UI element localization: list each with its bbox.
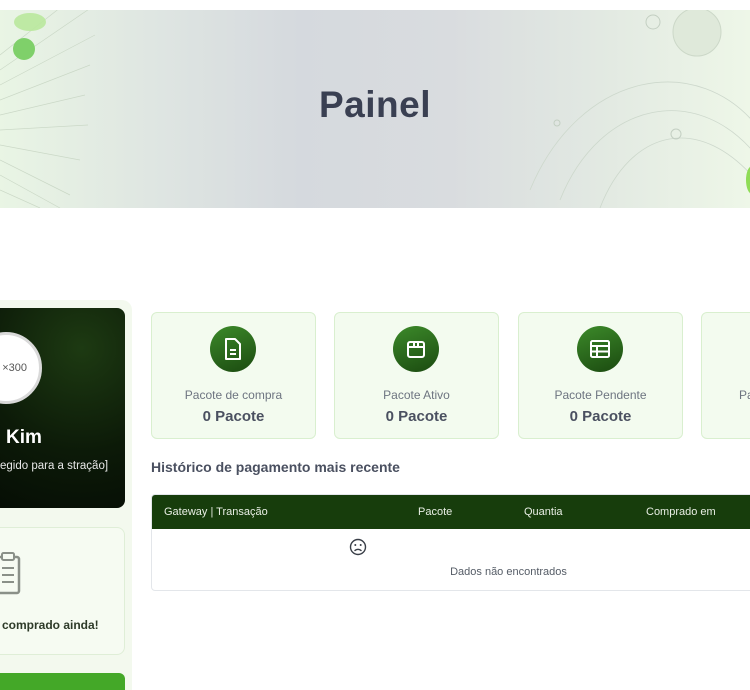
- table-icon: [577, 326, 623, 372]
- stat-label: Pacote Pendente: [554, 388, 647, 402]
- column-header: Quantia: [524, 506, 563, 518]
- page-banner: Painel: [0, 10, 750, 208]
- stat-value: 0 Pacote: [385, 408, 448, 425]
- page-title: Painel: [319, 84, 431, 125]
- profile-name: Kim: [6, 427, 42, 448]
- column-header: Comprado em: [646, 506, 716, 518]
- empty-purchase-text: comprado ainda!: [2, 618, 99, 632]
- profile-note: egido para a stração]: [0, 460, 109, 472]
- stat-card-partial: Pa: [701, 312, 750, 439]
- column-header: Gateway | Transação: [164, 506, 268, 518]
- stat-card-active: Pacote Ativo 0 Pacote: [334, 312, 499, 439]
- clipboard-icon: [0, 552, 21, 595]
- dashboard-page: Painel ×300 Kim egido para a stração] co…: [0, 0, 750, 690]
- stat-card-purchased: Pacote de compra 0 Pacote: [151, 312, 316, 439]
- table-header: Gateway | Transação Pacote Quantia Compr…: [152, 495, 750, 529]
- payment-history-title: Histórico de pagamento mais recente: [151, 459, 400, 475]
- stat-card-pending: Pacote Pendente 0 Pacote: [518, 312, 683, 439]
- sad-face-icon: [349, 538, 367, 556]
- stat-value: 0 Pacote: [202, 408, 265, 425]
- stat-label: Pa: [739, 388, 750, 402]
- column-header: Pacote: [418, 506, 453, 518]
- document-icon: [210, 326, 256, 372]
- stat-label: Pacote de compra: [184, 388, 283, 402]
- no-data-text: Dados não encontrados: [450, 566, 567, 578]
- stat-value: 0 Pacote: [569, 408, 632, 425]
- purchase-button[interactable]: [0, 673, 125, 690]
- box-icon: [393, 326, 439, 372]
- stat-label: Pacote Ativo: [383, 388, 450, 402]
